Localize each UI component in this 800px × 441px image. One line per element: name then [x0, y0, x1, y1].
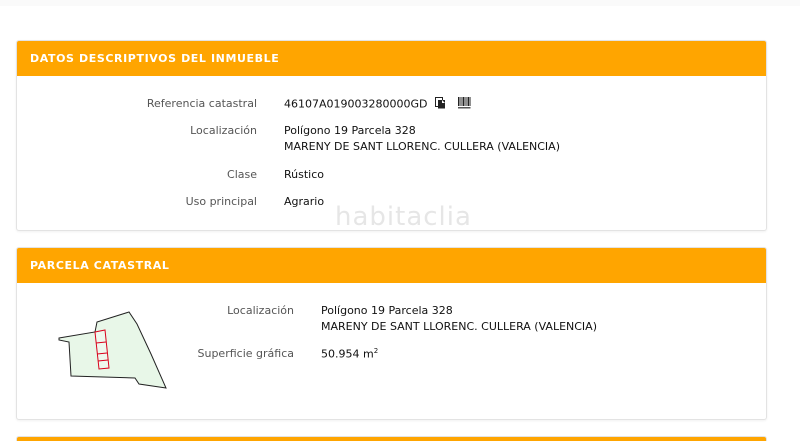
uso-value: Agrario — [284, 195, 325, 208]
datos-descriptivos-panel: DATOS DESCRIPTIVOS DEL INMUEBLE Referenc… — [16, 40, 767, 231]
top-strip — [0, 0, 800, 6]
parcela-localizacion-label: Localización — [227, 304, 294, 317]
superficie-label: Superficie gráfica — [197, 347, 295, 360]
superficie-value: 50.954 m — [321, 347, 374, 361]
clase-label: Clase — [227, 168, 257, 181]
referencia-row: 46107A019003280000GD — [284, 97, 471, 112]
localizacion-line2: MARENY DE SANT LLORENC. CULLERA (VALENCI… — [284, 140, 560, 153]
localizacion-label: Localización — [190, 124, 257, 137]
datos-descriptivos-header: DATOS DESCRIPTIVOS DEL INMUEBLE — [17, 41, 766, 76]
superficie-row: 50.954 m2 — [321, 347, 378, 361]
page: DATOS DESCRIPTIVOS DEL INMUEBLE Referenc… — [0, 0, 800, 441]
barcode-icon[interactable] — [457, 97, 471, 112]
referencia-value: 46107A019003280000GD — [284, 97, 428, 111]
parcela-catastral-header: PARCELA CATASTRAL — [17, 248, 766, 283]
clase-value: Rústico — [284, 168, 324, 181]
copy-icon[interactable] — [435, 97, 446, 112]
localizacion-line1: Polígono 19 Parcela 328 — [284, 124, 416, 137]
parcela-localizacion-line2: MARENY DE SANT LLORENC. CULLERA (VALENCI… — [321, 320, 597, 333]
parcela-localizacion-line1: Polígono 19 Parcela 328 — [321, 304, 453, 317]
next-panel-edge — [16, 436, 767, 441]
superficie-exponent: 2 — [373, 347, 379, 355]
referencia-label: Referencia catastral — [146, 97, 257, 110]
uso-label: Uso principal — [185, 195, 257, 208]
parcela-catastral-panel: PARCELA CATASTRAL Localización Polígono … — [16, 247, 767, 420]
